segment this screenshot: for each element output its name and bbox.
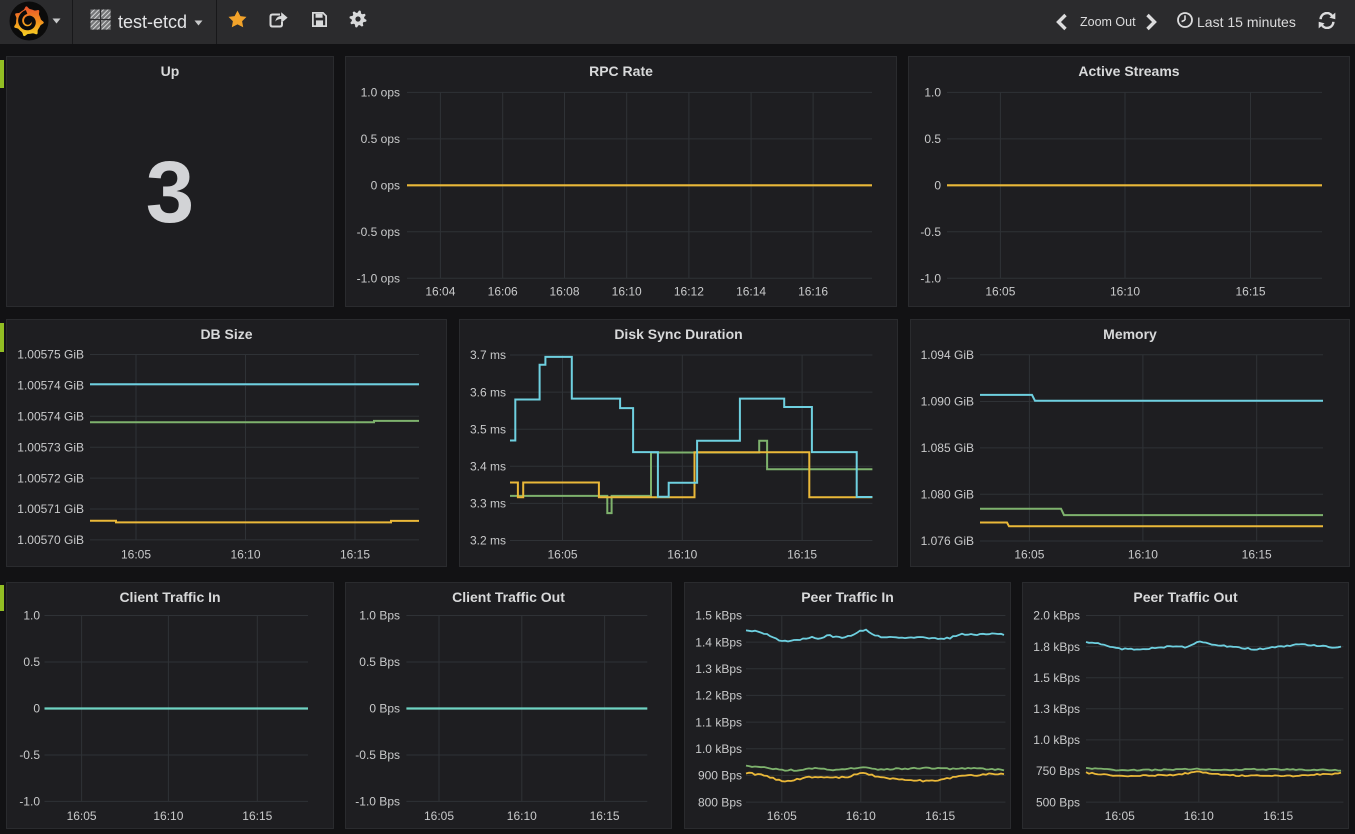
svg-text:1.5 kBps: 1.5 kBps (695, 609, 742, 623)
svg-text:0.5: 0.5 (23, 655, 40, 669)
svg-text:16:08: 16:08 (549, 285, 579, 299)
svg-text:1.3 kBps: 1.3 kBps (695, 662, 742, 676)
svg-text:1.0 ops: 1.0 ops (361, 86, 400, 100)
svg-text:1.0: 1.0 (924, 86, 941, 100)
svg-text:-1.0: -1.0 (19, 795, 40, 809)
svg-text:16:10: 16:10 (667, 548, 697, 562)
svg-text:16:15: 16:15 (340, 548, 370, 562)
svg-text:16:14: 16:14 (736, 285, 766, 299)
svg-text:-0.5 Bps: -0.5 Bps (355, 748, 400, 762)
svg-text:16:10: 16:10 (1128, 548, 1158, 562)
svg-text:1.00574 GiB: 1.00574 GiB (17, 379, 84, 393)
svg-text:16:10: 16:10 (153, 809, 183, 823)
svg-text:16:15: 16:15 (1242, 548, 1272, 562)
svg-text:3.4 ms: 3.4 ms (470, 460, 506, 474)
svg-text:1.00574 GiB: 1.00574 GiB (17, 410, 84, 424)
svg-text:1.0 Bps: 1.0 Bps (359, 609, 400, 623)
svg-text:500 Bps: 500 Bps (1036, 795, 1080, 809)
svg-text:16:05: 16:05 (767, 809, 797, 823)
svg-text:16:10: 16:10 (230, 548, 260, 562)
svg-text:1.5 kBps: 1.5 kBps (1033, 671, 1080, 685)
svg-text:0.5 Bps: 0.5 Bps (359, 655, 400, 669)
svg-text:16:12: 16:12 (674, 285, 704, 299)
svg-text:750 Bps: 750 Bps (1036, 764, 1080, 778)
svg-text:1.094 GiB: 1.094 GiB (921, 348, 974, 362)
svg-text:16:15: 16:15 (242, 809, 272, 823)
svg-text:1.1 kBps: 1.1 kBps (695, 715, 742, 729)
svg-text:800 Bps: 800 Bps (698, 795, 742, 809)
svg-text:-1.0: -1.0 (920, 272, 941, 286)
svg-text:2.0 kBps: 2.0 kBps (1033, 609, 1080, 623)
svg-text:16:15: 16:15 (1263, 809, 1293, 823)
svg-text:3.2 ms: 3.2 ms (470, 534, 506, 548)
svg-text:3.7 ms: 3.7 ms (470, 348, 506, 362)
svg-text:-0.5: -0.5 (19, 748, 40, 762)
svg-text:-0.5: -0.5 (920, 225, 941, 239)
svg-text:0: 0 (33, 702, 40, 716)
svg-text:16:15: 16:15 (925, 809, 955, 823)
svg-text:1.085 GiB: 1.085 GiB (921, 441, 974, 455)
svg-text:0 Bps: 0 Bps (369, 702, 400, 716)
svg-text:16:05: 16:05 (1014, 548, 1044, 562)
svg-text:1.00573 GiB: 1.00573 GiB (17, 440, 84, 454)
svg-text:1.3 kBps: 1.3 kBps (1033, 702, 1080, 716)
svg-text:1.0 kBps: 1.0 kBps (1033, 733, 1080, 747)
svg-text:1.00575 GiB: 1.00575 GiB (17, 348, 84, 362)
svg-text:-0.5 ops: -0.5 ops (357, 225, 400, 239)
svg-text:16:10: 16:10 (846, 809, 876, 823)
svg-text:16:05: 16:05 (547, 548, 577, 562)
svg-text:16:04: 16:04 (425, 285, 455, 299)
svg-text:1.00572 GiB: 1.00572 GiB (17, 471, 84, 485)
svg-text:1.0: 1.0 (23, 609, 40, 623)
svg-text:-1.0 ops: -1.0 ops (357, 272, 400, 286)
svg-text:900 Bps: 900 Bps (698, 769, 742, 783)
svg-text:16:10: 16:10 (1110, 285, 1140, 299)
svg-text:16:10: 16:10 (612, 285, 642, 299)
svg-text:16:05: 16:05 (1105, 809, 1135, 823)
svg-text:3.5 ms: 3.5 ms (470, 422, 506, 436)
svg-text:16:10: 16:10 (507, 809, 537, 823)
svg-text:0.5: 0.5 (924, 132, 941, 146)
svg-text:3.6 ms: 3.6 ms (470, 385, 506, 399)
svg-text:1.00570 GiB: 1.00570 GiB (17, 533, 84, 547)
svg-text:0 ops: 0 ops (371, 179, 400, 193)
svg-text:1.8 kBps: 1.8 kBps (1033, 640, 1080, 654)
svg-text:16:06: 16:06 (488, 285, 518, 299)
svg-text:16:05: 16:05 (424, 809, 454, 823)
svg-text:1.076 GiB: 1.076 GiB (921, 534, 974, 548)
svg-text:16:15: 16:15 (590, 809, 620, 823)
svg-text:1.2 kBps: 1.2 kBps (695, 689, 742, 703)
svg-text:1.080 GiB: 1.080 GiB (921, 488, 974, 502)
svg-text:0: 0 (934, 179, 941, 193)
svg-text:16:16: 16:16 (798, 285, 828, 299)
svg-text:16:15: 16:15 (1235, 285, 1265, 299)
svg-text:16:05: 16:05 (985, 285, 1015, 299)
svg-text:-1.0 Bps: -1.0 Bps (355, 795, 400, 809)
svg-text:1.4 kBps: 1.4 kBps (695, 635, 742, 649)
svg-text:16:10: 16:10 (1184, 809, 1214, 823)
svg-text:0.5 ops: 0.5 ops (361, 132, 400, 146)
svg-text:16:05: 16:05 (67, 809, 97, 823)
svg-text:16:15: 16:15 (787, 548, 817, 562)
svg-text:16:05: 16:05 (121, 548, 151, 562)
svg-text:1.00571 GiB: 1.00571 GiB (17, 502, 84, 516)
svg-text:1.090 GiB: 1.090 GiB (921, 395, 974, 409)
svg-text:3.3 ms: 3.3 ms (470, 497, 506, 511)
svg-text:1.0 kBps: 1.0 kBps (695, 742, 742, 756)
